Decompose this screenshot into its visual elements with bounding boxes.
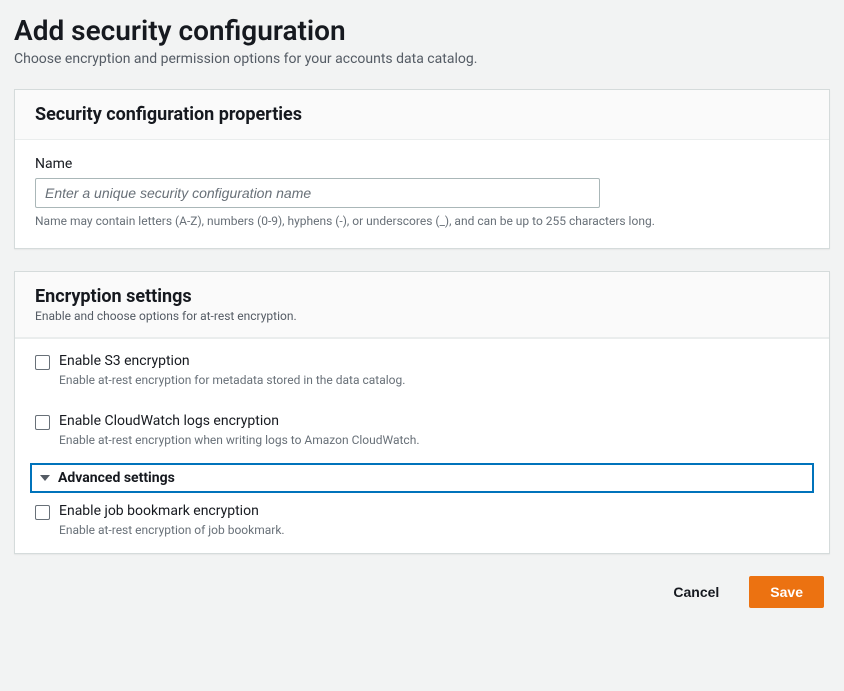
name-field-label: Name — [35, 156, 809, 172]
caret-down-icon — [40, 475, 50, 481]
page-header: Add security configuration Choose encryp… — [14, 14, 830, 67]
cancel-button[interactable]: Cancel — [653, 576, 739, 608]
cloudwatch-checkbox[interactable] — [35, 415, 50, 430]
encryption-panel-header: Encryption settings Enable and choose op… — [15, 272, 829, 338]
cloudwatch-desc: Enable at-rest encryption when writing l… — [59, 433, 809, 447]
bookmark-option: Enable job bookmark encryption Enable at… — [15, 493, 829, 553]
page-subtitle: Choose encryption and permission options… — [14, 51, 830, 67]
bookmark-desc: Enable at-rest encryption of job bookmar… — [59, 523, 809, 537]
encryption-panel: Encryption settings Enable and choose op… — [14, 271, 830, 554]
bookmark-label[interactable]: Enable job bookmark encryption — [59, 503, 259, 519]
footer-actions: Cancel Save — [14, 576, 830, 608]
save-button[interactable]: Save — [749, 576, 824, 608]
properties-panel-body: Name Name may contain letters (A-Z), num… — [15, 140, 829, 248]
properties-panel-title: Security configuration properties — [35, 104, 809, 125]
s3-checkbox[interactable] — [35, 355, 50, 370]
name-field-helper: Name may contain letters (A-Z), numbers … — [35, 214, 809, 228]
advanced-settings-label: Advanced settings — [58, 470, 175, 486]
page-title: Add security configuration — [14, 14, 830, 47]
properties-panel-header: Security configuration properties — [15, 90, 829, 140]
s3-option: Enable S3 encryption Enable at-rest encr… — [15, 338, 829, 403]
encryption-panel-title: Encryption settings — [35, 286, 809, 307]
cloudwatch-option: Enable CloudWatch logs encryption Enable… — [15, 403, 829, 463]
name-field-input[interactable] — [35, 178, 600, 208]
s3-label[interactable]: Enable S3 encryption — [59, 353, 190, 369]
bookmark-checkbox[interactable] — [35, 505, 50, 520]
s3-desc: Enable at-rest encryption for metadata s… — [59, 373, 809, 387]
advanced-settings-expander[interactable]: Advanced settings — [30, 463, 814, 493]
cloudwatch-label[interactable]: Enable CloudWatch logs encryption — [59, 413, 279, 429]
properties-panel: Security configuration properties Name N… — [14, 89, 830, 249]
encryption-panel-subtitle: Enable and choose options for at-rest en… — [35, 309, 809, 323]
